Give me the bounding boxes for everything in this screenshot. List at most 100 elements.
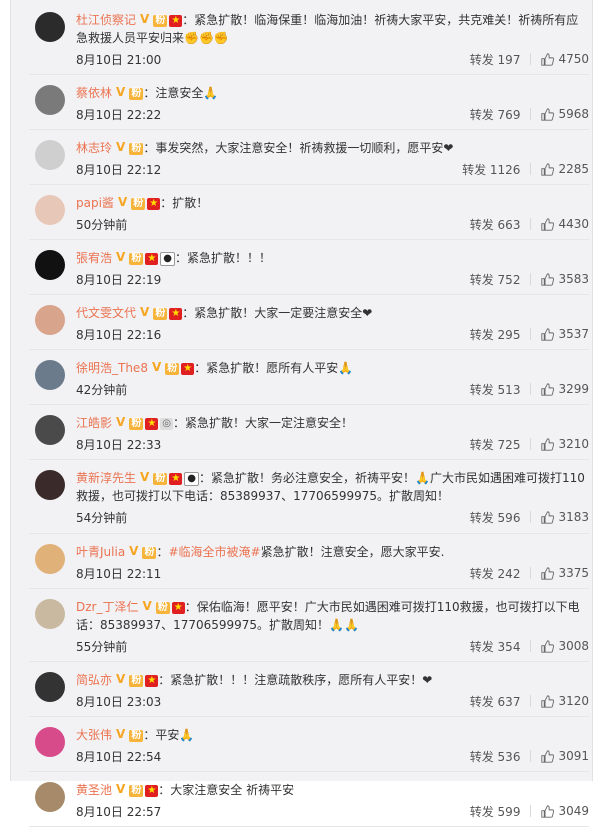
comment-time: 8月10日 22:11 [76,566,162,581]
comment-meta: 8月10日 22:54 转发 536 3091 [76,747,589,765]
comment-time: 8月10日 22:54 [76,749,162,764]
repost-button[interactable]: 转发 536 [470,748,521,765]
avatar[interactable] [35,544,65,574]
avatar[interactable] [35,140,65,170]
action-divider [530,328,532,340]
comment-time: 42分钟前 [76,382,128,397]
username-link[interactable]: 江皓影 [76,416,112,430]
action-divider [530,383,532,395]
thumbs-up-icon [541,107,555,121]
medal-icon: ◎ [160,418,174,430]
like-button[interactable]: 5968 [541,107,589,121]
repost-button[interactable]: 转发 242 [470,565,521,582]
username-link[interactable]: 徐明浩_The8 [76,361,148,375]
like-count: 3008 [558,639,589,653]
comment-meta: 8月10日 22:22 转发 769 5968 [76,105,589,123]
avatar[interactable] [35,782,65,812]
avatar[interactable] [35,415,65,445]
username-link[interactable]: 黄新淳先生 [76,471,136,485]
avatar[interactable] [35,305,65,335]
avatar[interactable] [35,599,65,629]
repost-button[interactable]: 转发 197 [470,51,521,68]
repost-button[interactable]: 转发 769 [470,106,521,123]
like-button[interactable]: 3583 [541,272,589,286]
comment-meta: 8月10日 22:57 转发 599 3049 [76,802,589,820]
repost-button[interactable]: 转发 295 [470,326,521,343]
avatar[interactable] [35,12,65,42]
like-button[interactable]: 3183 [541,510,589,524]
like-button[interactable]: 3210 [541,437,589,451]
comment-actions: 转发 295 3537 [470,326,589,343]
username-link[interactable]: 黄圣池 [76,783,112,797]
avatar[interactable] [35,470,65,500]
username-link[interactable]: 大张伟 [76,728,112,742]
like-count: 3299 [558,382,589,396]
comment-meta: 8月10日 22:16 转发 295 3537 [76,325,589,343]
comment-item: 蔡依林 V 粉：注意安全🙏 8月10日 22:22 转发 769 5968 [29,75,589,130]
user-badges: V 粉 ★ [148,361,195,375]
comment-body: 黄新淳先生 V 粉 ★ ● ：紧急扩散！务必注意安全，祈祷平安！🙏广大市民如遇困难可拨打1… [76,469,589,505]
thumbs-up-icon [541,437,555,451]
username-link[interactable]: papi酱 [76,196,114,210]
avatar[interactable] [35,727,65,757]
comment-text: ：平安🙏 [143,728,195,742]
username-link[interactable]: 林志玲 [76,141,112,155]
comment-actions: 转发 752 3583 [470,271,589,288]
verified-v-icon: V [116,672,126,686]
like-count: 4430 [558,217,589,231]
fan-level-icon: 粉 [129,253,144,265]
username-link[interactable]: 叶青Julia [76,545,125,559]
comment-meta: 55分钟前 转发 354 3008 [76,637,589,655]
like-button[interactable]: 4750 [541,52,589,66]
fan-level-icon: 粉 [129,88,144,100]
repost-button[interactable]: 转发 354 [470,638,521,655]
repost-button[interactable]: 转发 513 [470,381,521,398]
verified-v-icon: V [142,599,152,613]
comment-actions: 转发 663 4430 [470,216,589,233]
repost-button[interactable]: 转发 1126 [462,161,520,178]
topic-link[interactable]: #临海全市被淹# [168,545,260,559]
action-divider [530,640,532,652]
like-button[interactable]: 3091 [541,749,589,763]
like-button[interactable]: 3008 [541,639,589,653]
like-button[interactable]: 4430 [541,217,589,231]
like-count: 3210 [558,437,589,451]
comment-body: 蔡依林 V 粉：注意安全🙏 [76,84,589,102]
username-link[interactable]: 代文雯文代 [76,306,136,320]
action-divider [530,218,532,230]
repost-button[interactable]: 转发 637 [470,693,521,710]
avatar[interactable] [35,195,65,225]
username-link[interactable]: Dzr_丁泽仁 [76,600,138,614]
user-badges: V粉 [112,141,144,155]
repost-button[interactable]: 转发 596 [470,509,521,526]
avatar[interactable] [35,85,65,115]
username-link[interactable]: 简弘亦 [76,673,112,687]
repost-button[interactable]: 转发 663 [470,216,521,233]
repost-button[interactable]: 转发 725 [470,436,521,453]
avatar[interactable] [35,672,65,702]
username-link[interactable]: 蔡依林 [76,86,112,100]
avatar[interactable] [35,250,65,280]
like-button[interactable]: 3537 [541,327,589,341]
like-button[interactable]: 3120 [541,694,589,708]
username-link[interactable]: 杜江侦察记 [76,13,136,27]
fan-level-icon: 粉 [155,602,170,614]
comment-item: 林志玲 V 粉：事发突然，大家注意安全！祈祷救援一切顺利，愿平安❤ 8月10日 22:… [29,130,589,185]
fan-level-icon: 粉 [129,418,144,430]
repost-button[interactable]: 转发 599 [470,803,521,820]
like-button[interactable]: 3299 [541,382,589,396]
comment-actions: 转发 599 3049 [470,803,589,820]
thumbs-up-icon [541,382,555,396]
avatar[interactable] [35,360,65,390]
verified-v-icon: V [116,782,126,796]
like-count: 3091 [558,749,589,763]
china-flag-icon: ★ [169,308,183,320]
thumbs-up-icon [541,327,555,341]
like-button[interactable]: 3375 [541,566,589,580]
like-button[interactable]: 3049 [541,804,589,818]
comment-item: Dzr_丁泽仁 V 粉 ★ ：保佑临海！愿平安！广大市民如遇困难可拨打110救援，也可拨… [29,589,589,662]
username-link[interactable]: 張宥浩 [76,251,112,265]
like-button[interactable]: 2285 [541,162,589,176]
comment-text: ：紧急扩散！大家一定要注意安全❤ [182,306,373,320]
repost-button[interactable]: 转发 752 [470,271,521,288]
